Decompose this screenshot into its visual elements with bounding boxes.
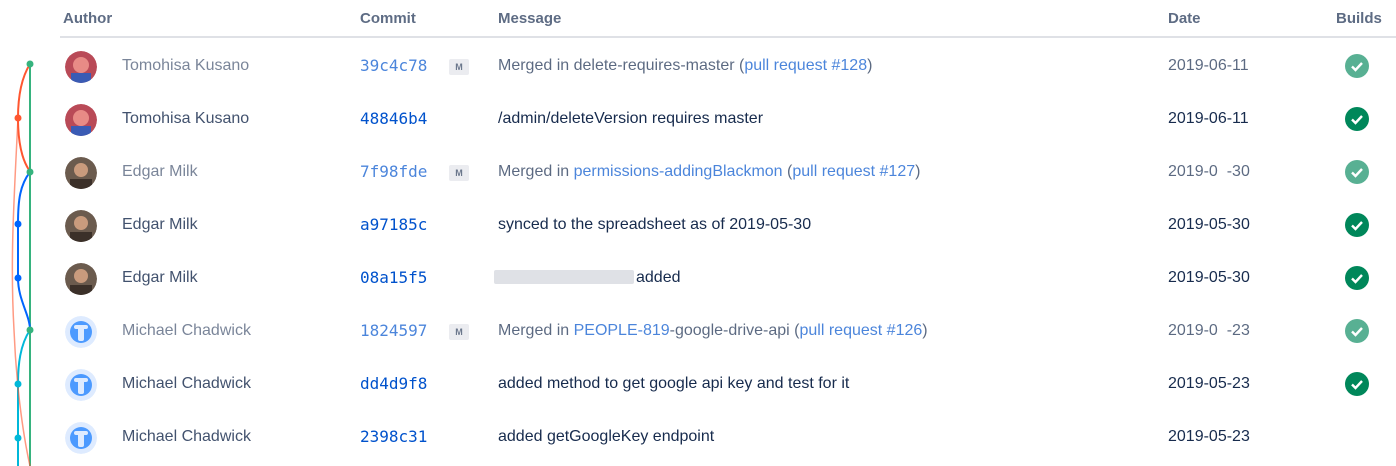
commit-graph <box>11 60 34 466</box>
commit-row[interactable]: Tomohisa Kusano 48846b4 /admin/deleteVer… <box>60 93 1396 146</box>
commit-row[interactable]: Edgar Milk a97185c synced to the spreads… <box>60 199 1396 252</box>
commit-row[interactable]: Michael Chadwick 2398c31 added getGoogle… <box>60 411 1396 464</box>
commit-message: /admin/deleteVersion requires master <box>498 110 764 127</box>
build-success-icon[interactable] <box>1345 160 1369 184</box>
build-success-icon[interactable] <box>1345 213 1369 237</box>
commit-message: Merged in PEOPLE-819-google-drive-api (p… <box>498 322 928 339</box>
commit-date: 2019-05-30 <box>1168 216 1250 233</box>
redacted-text <box>494 270 634 284</box>
commit-date: 2019-0 -23 <box>1168 322 1250 339</box>
author-name[interactable]: Tomohisa Kusano <box>122 57 249 75</box>
graph-node <box>26 168 34 176</box>
pull-request-link[interactable]: pull request #126 <box>800 322 923 339</box>
commit-hash-link[interactable]: 39c4c78 <box>360 56 427 75</box>
build-success-icon[interactable] <box>1345 319 1369 343</box>
commit-hash-link[interactable]: 08a15f5 <box>360 268 427 287</box>
commit-message: synced to the spreadsheet as of 2019-05-… <box>498 216 812 233</box>
commit-date: 2019-06-11 <box>1168 110 1249 127</box>
person-photo-icon[interactable] <box>65 157 97 189</box>
author-name[interactable]: Michael Chadwick <box>122 322 251 340</box>
graph-node <box>14 220 22 228</box>
table-header: Author Commit Message Date Builds <box>60 0 1396 38</box>
author-name[interactable]: Edgar Milk <box>122 216 198 234</box>
merge-badge: M <box>449 324 469 340</box>
commit-row[interactable]: Edgar Milk 7f98fde M Merged in permissio… <box>60 146 1396 199</box>
blue-default-avatar-icon[interactable] <box>65 422 97 454</box>
person-photo-icon[interactable] <box>65 263 97 295</box>
graph-node <box>14 434 22 442</box>
graph-node <box>14 114 22 122</box>
commit-date: 2019-05-30 <box>1168 269 1250 286</box>
commit-hash-link[interactable]: dd4d9f8 <box>360 374 427 393</box>
commit-hash-link[interactable]: 7f98fde <box>360 162 427 181</box>
commit-row[interactable]: Michael Chadwick dd4d9f8 added method to… <box>60 358 1396 411</box>
builds-column-header[interactable]: Builds <box>1336 10 1382 27</box>
graph-node <box>26 60 34 68</box>
commit-message: added method to get google api key and t… <box>498 375 850 392</box>
pull-request-link[interactable]: pull request #127 <box>792 163 915 180</box>
commit-date: 2019-05-23 <box>1168 428 1250 445</box>
commit-message: added <box>494 269 681 287</box>
commit-hash-link[interactable]: a97185c <box>360 215 427 234</box>
red-avatar-icon[interactable] <box>65 104 97 136</box>
commit-row[interactable]: Michael Chadwick 1824597 M Merged in PEO… <box>60 305 1396 358</box>
issue-link[interactable]: PEOPLE-819 <box>574 322 670 339</box>
merge-badge: M <box>449 59 469 75</box>
red-avatar-icon[interactable] <box>65 51 97 83</box>
build-success-icon[interactable] <box>1345 107 1369 131</box>
merge-badge: M <box>449 165 469 181</box>
commit-hash-link[interactable]: 2398c31 <box>360 427 427 446</box>
commit-message: added getGoogleKey endpoint <box>498 428 715 445</box>
commit-date: 2019-0 -30 <box>1168 163 1250 180</box>
author-name[interactable]: Edgar Milk <box>122 269 198 287</box>
commit-hash-link[interactable]: 1824597 <box>360 321 427 340</box>
branch-link[interactable]: permissions-addingBlackmon <box>574 163 783 180</box>
author-column-header[interactable]: Author <box>63 10 112 27</box>
author-name[interactable]: Michael Chadwick <box>122 428 251 446</box>
message-column-header[interactable]: Message <box>498 10 561 27</box>
commit-message: Merged in delete-requires-master (pull r… <box>498 57 873 74</box>
author-name[interactable]: Tomohisa Kusano <box>122 110 249 128</box>
graph-node <box>14 380 22 388</box>
person-photo-icon[interactable] <box>65 210 97 242</box>
blue-default-avatar-icon[interactable] <box>65 316 97 348</box>
graph-node <box>26 326 34 334</box>
author-name[interactable]: Michael Chadwick <box>122 375 251 393</box>
commit-date: 2019-06-11 <box>1168 57 1249 74</box>
build-success-icon[interactable] <box>1345 266 1369 290</box>
blue-default-avatar-icon[interactable] <box>65 369 97 401</box>
commit-row[interactable]: Edgar Milk 08a15f5 added 2019-05-30 <box>60 252 1396 305</box>
date-column-header[interactable]: Date <box>1168 10 1201 27</box>
author-name[interactable]: Edgar Milk <box>122 163 198 181</box>
commit-hash-link[interactable]: 48846b4 <box>360 109 427 128</box>
build-success-icon[interactable] <box>1345 54 1369 78</box>
graph-node <box>14 274 22 282</box>
commit-date: 2019-05-23 <box>1168 375 1250 392</box>
build-success-icon[interactable] <box>1345 372 1369 396</box>
commit-row[interactable]: Tomohisa Kusano 39c4c78 M Merged in dele… <box>60 40 1396 93</box>
commit-message: Merged in permissions-addingBlackmon (pu… <box>498 163 921 180</box>
commit-column-header[interactable]: Commit <box>360 10 416 27</box>
pull-request-link[interactable]: pull request #128 <box>744 57 867 74</box>
